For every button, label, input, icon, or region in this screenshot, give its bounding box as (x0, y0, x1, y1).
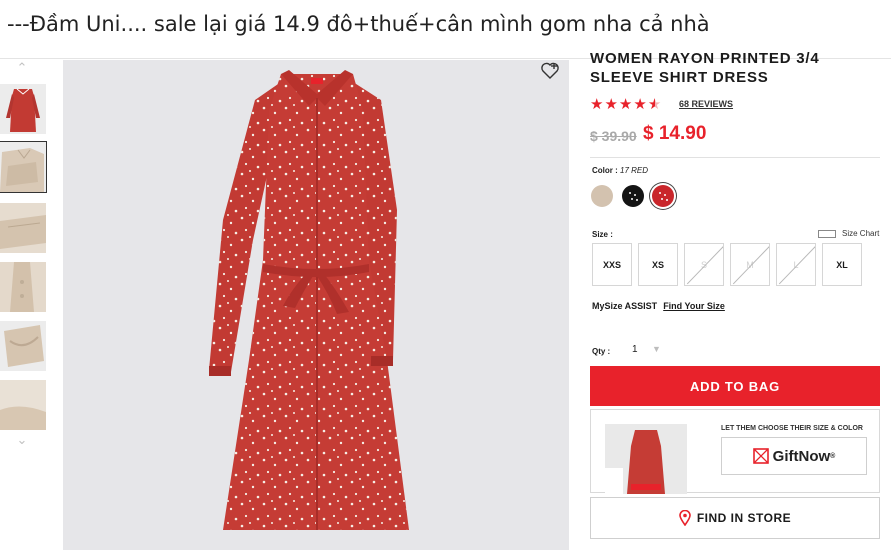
size-option-m: M (730, 243, 770, 286)
chevron-down-icon: ▼ (652, 344, 661, 354)
giftnow-logo-icon (752, 448, 769, 464)
star-rating: ★ ★ ★ ★ ★ (590, 97, 662, 113)
chevron-up-icon[interactable]: ⌃ (14, 60, 30, 76)
size-label: Size : (592, 230, 613, 239)
product-main-image (63, 60, 569, 550)
wishlist-heart-icon[interactable] (539, 60, 561, 82)
giftnow-button[interactable]: GiftNow ® (721, 437, 867, 475)
star-icon: ★ (590, 96, 604, 113)
qty-label: Qty : (592, 347, 611, 356)
post-caption: ---Đầm Uni.... sale lại giá 14.9 đô+thuế… (7, 12, 710, 36)
gift-note: LET THEM CHOOSE THEIR SIZE & COLOR (721, 425, 863, 432)
thumbnail-red-dress[interactable] (0, 84, 46, 134)
giftnow-panel: LET THEM CHOOSE THEIR SIZE & COLOR GiftN… (590, 409, 880, 494)
size-option-xl[interactable]: XL (822, 243, 862, 286)
star-half-icon: ★ (647, 96, 662, 113)
thumbnail-beige-detail-3[interactable] (0, 321, 46, 371)
reviews-link[interactable]: 68 REVIEWS (679, 99, 733, 109)
size-option-s: S (684, 243, 724, 286)
thumbnail-strip: ⌃ ⌄ (0, 60, 52, 450)
color-swatch-black[interactable] (622, 185, 644, 207)
qty-select[interactable]: 1 ▼ (632, 344, 672, 358)
thumbnail-beige-detail-2[interactable] (0, 262, 46, 312)
size-chart-link[interactable]: Size Chart (818, 229, 879, 238)
color-swatch-beige[interactable] (591, 185, 613, 207)
gift-preview-image (605, 424, 687, 494)
star-icon: ★ (633, 96, 647, 113)
selected-color-name: 17 RED (620, 166, 649, 175)
divider (590, 157, 880, 158)
find-in-store-button[interactable]: FIND IN STORE (590, 497, 880, 539)
size-option-xxs[interactable]: XXS (592, 243, 632, 286)
chevron-down-icon[interactable]: ⌄ (14, 432, 30, 448)
original-price: $ 39.90 (590, 128, 637, 144)
color-label: Color : 17 RED (592, 166, 649, 175)
star-icon: ★ (618, 96, 633, 113)
map-pin-icon (679, 510, 691, 526)
sale-price: $ 14.90 (643, 123, 707, 144)
size-option-l: L (776, 243, 816, 286)
star-icon: ★ (604, 96, 618, 113)
product-title: WOMEN RAYON PRINTED 3/4 SLEEVE SHIRT DRE… (590, 52, 820, 86)
add-to-bag-button[interactable]: ADD TO BAG (590, 366, 880, 406)
mysize-assist: MySize ASSIST Find Your Size (592, 301, 725, 311)
thumbnail-beige-detail-4[interactable] (0, 380, 46, 430)
color-swatch-red[interactable] (652, 185, 674, 207)
thumbnail-beige-detail-1[interactable] (0, 203, 46, 253)
find-your-size-link[interactable]: Find Your Size (663, 301, 725, 311)
thumbnail-beige-dress[interactable] (0, 141, 47, 193)
size-option-xs[interactable]: XS (638, 243, 678, 286)
ruler-icon (818, 229, 836, 238)
